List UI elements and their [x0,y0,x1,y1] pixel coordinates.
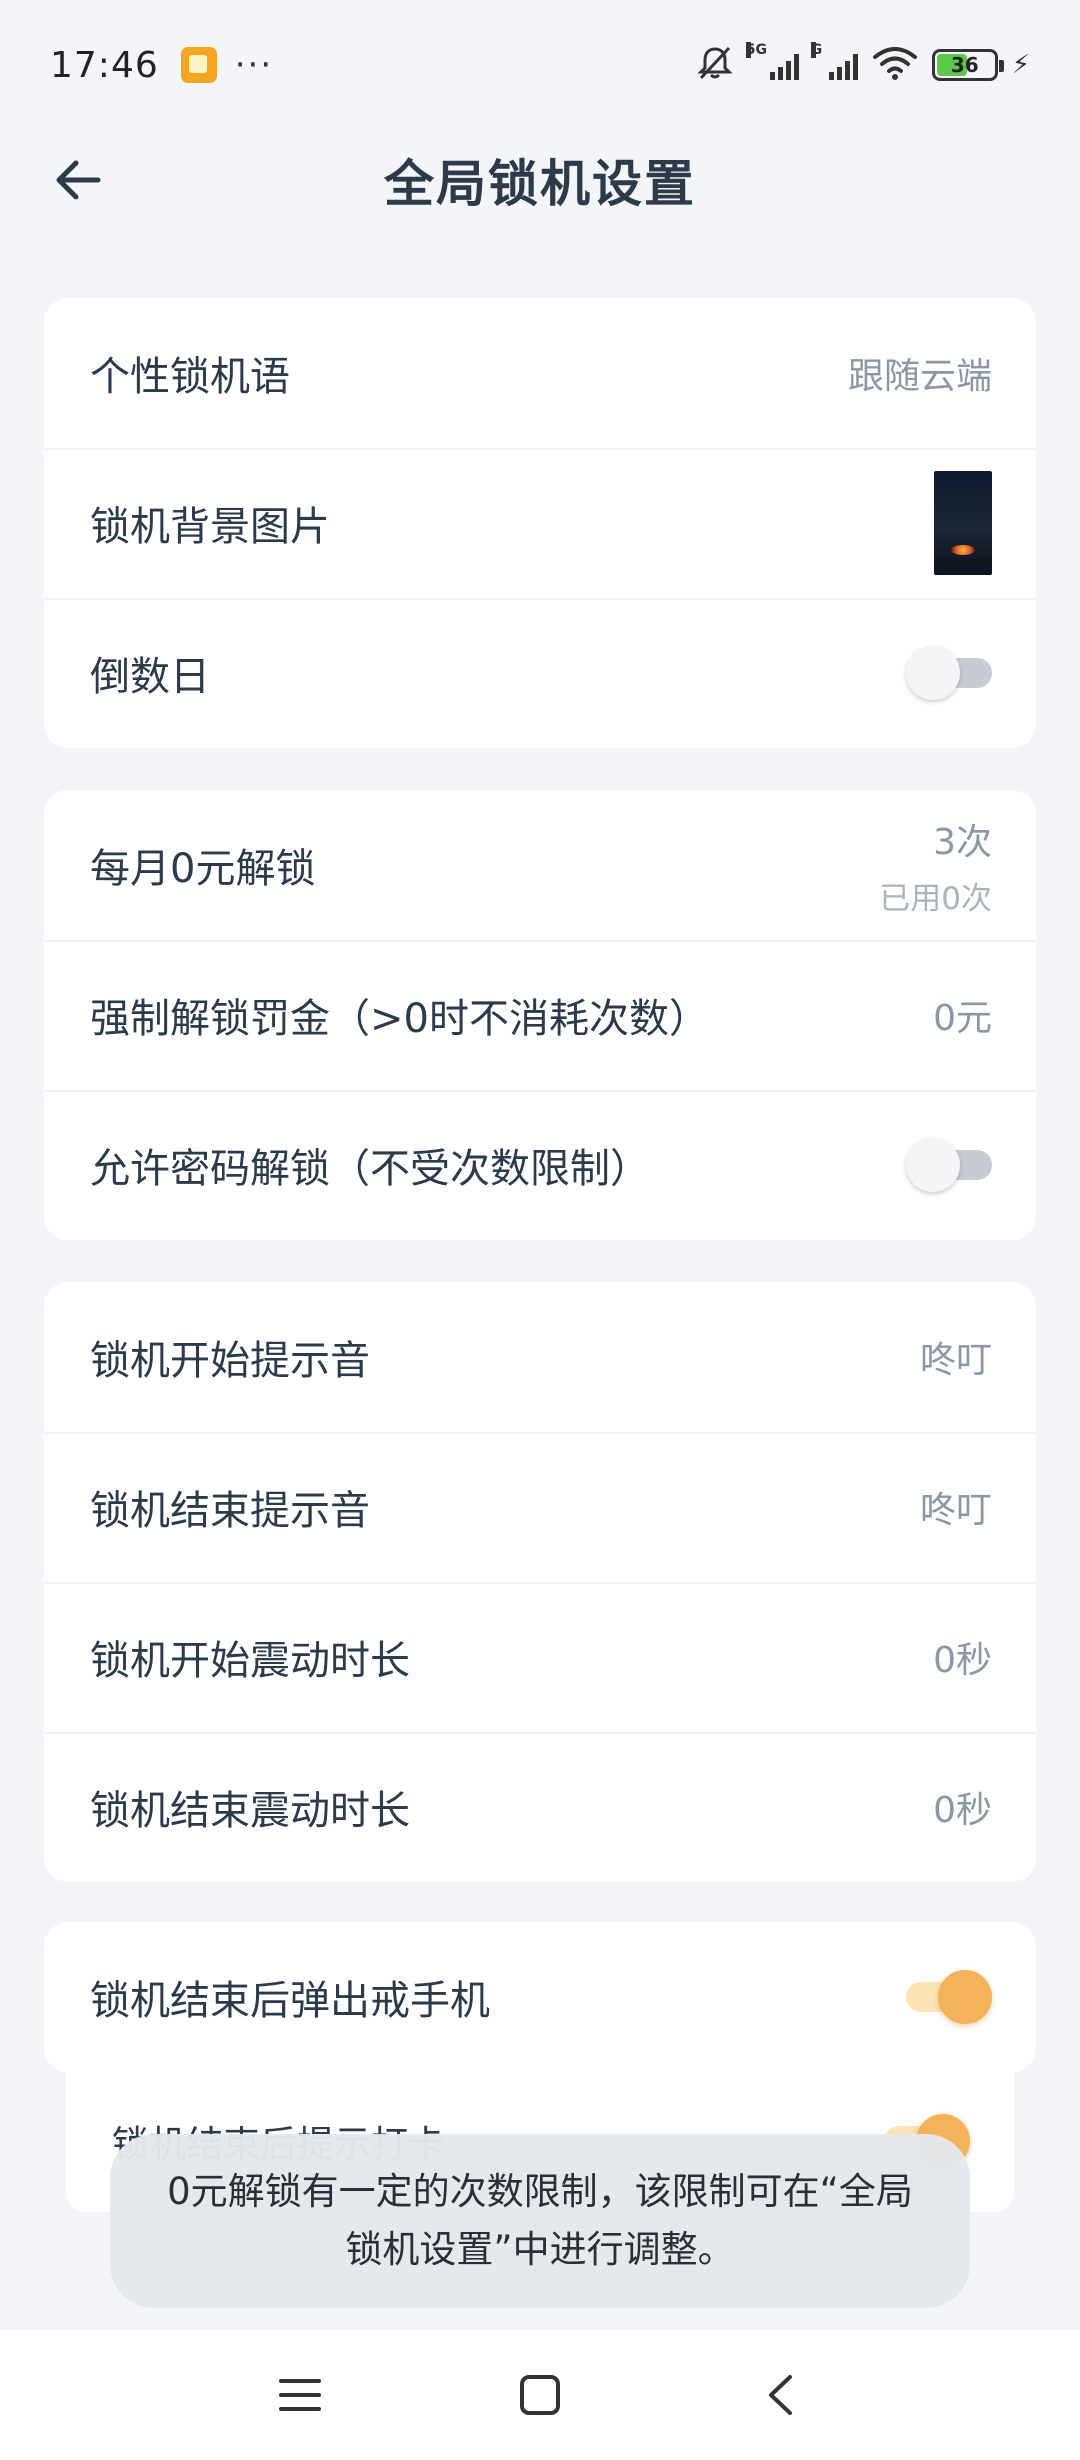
start-vibration-value: 0秒 [933,1640,992,1681]
free-unlock-label: 每月0元解锁 [90,846,316,892]
wifi-icon [872,45,918,85]
background-thumbnail[interactable] [934,471,992,575]
page-title: 全局锁机设置 [384,155,696,213]
sound-settings-card: 锁机开始提示音 咚叮 锁机结束提示音 咚叮 锁机开始震动时长 0秒 锁机结束震动… [44,1282,1036,1882]
status-time: 17:46 [50,44,159,86]
free-unlock-count: 3次 [933,821,992,863]
end-vibration-value: 0秒 [933,1790,992,1831]
system-nav-bar [0,2330,1080,2460]
header: 全局锁机设置 [0,130,1080,230]
unlock-settings-card: 每月0元解锁 3次 已用0次 强制解锁罚金（>0时不消耗次数） 0元 允许密码解… [44,790,1036,1240]
signal-5g-icon: 5G [745,42,799,80]
back-arrow-icon[interactable] [50,152,106,208]
toast-text: 0元解锁有一定的次数限制，该限制可在“全局锁机设置”中进行调整。 [167,2170,913,2271]
mute-bell-icon [696,44,734,86]
countdown-row: 倒数日 [44,598,1036,748]
free-unlock-used: 已用0次 [879,880,992,917]
notification-app-icon [180,47,217,83]
toast-message: 0元解锁有一定的次数限制，该限制可在“全局锁机设置”中进行调整。 [110,2134,970,2308]
charging-icon: ⚡ [1011,50,1030,80]
end-tone-value: 咚叮 [919,1490,992,1531]
battery-icon: 36 [931,49,1004,81]
free-unlock-value: 3次 已用0次 [879,813,992,918]
motto-row[interactable]: 个性锁机语 跟随云端 [44,298,1036,448]
menu-icon[interactable] [270,2365,330,2425]
password-unlock-toggle[interactable] [906,1138,992,1192]
popup-label: 锁机结束后弹出戒手机 [90,1978,490,2024]
general-settings-card: 个性锁机语 跟随云端 锁机背景图片 倒数日 [44,298,1036,748]
motto-label: 个性锁机语 [90,354,290,400]
end-vibration-label: 锁机结束震动时长 [90,1788,410,1834]
start-tone-row[interactable]: 锁机开始提示音 咚叮 [44,1282,1036,1432]
background-image-label: 锁机背景图片 [90,504,330,550]
start-vibration-label: 锁机开始震动时长 [90,1638,410,1684]
popup-row: 锁机结束后弹出戒手机 [44,1922,1036,2072]
status-bar: 17:46 ··· 5G G 36 ⚡ [0,0,1080,130]
back-icon[interactable] [750,2365,810,2425]
end-tone-label: 锁机结束提示音 [90,1488,370,1534]
motto-value: 跟随云端 [847,356,992,397]
background-image-row[interactable]: 锁机背景图片 [44,448,1036,598]
force-unlock-fine-label: 强制解锁罚金（>0时不消耗次数） [90,996,709,1042]
more-notifications-icon: ··· [234,45,274,85]
countdown-toggle[interactable] [906,646,992,700]
start-vibration-row[interactable]: 锁机开始震动时长 0秒 [44,1582,1036,1732]
end-tone-row[interactable]: 锁机结束提示音 咚叮 [44,1432,1036,1582]
password-unlock-label: 允许密码解锁（不受次数限制） [90,1146,650,1192]
password-unlock-row: 允许密码解锁（不受次数限制） [44,1090,1036,1240]
force-unlock-fine-value: 0元 [933,998,992,1039]
battery-level: 36 [950,53,979,77]
free-unlock-row[interactable]: 每月0元解锁 3次 已用0次 [44,790,1036,940]
countdown-label: 倒数日 [90,654,210,700]
start-tone-value: 咚叮 [919,1340,992,1381]
start-tone-label: 锁机开始提示音 [90,1338,370,1384]
force-unlock-fine-row[interactable]: 强制解锁罚金（>0时不消耗次数） 0元 [44,940,1036,1090]
after-lock-settings-card: 锁机结束后弹出戒手机 [44,1922,1036,2072]
home-icon[interactable] [510,2365,570,2425]
popup-toggle[interactable] [906,1970,992,2024]
end-vibration-row[interactable]: 锁机结束震动时长 0秒 [44,1732,1036,1882]
signal-g-icon: G [810,42,858,80]
